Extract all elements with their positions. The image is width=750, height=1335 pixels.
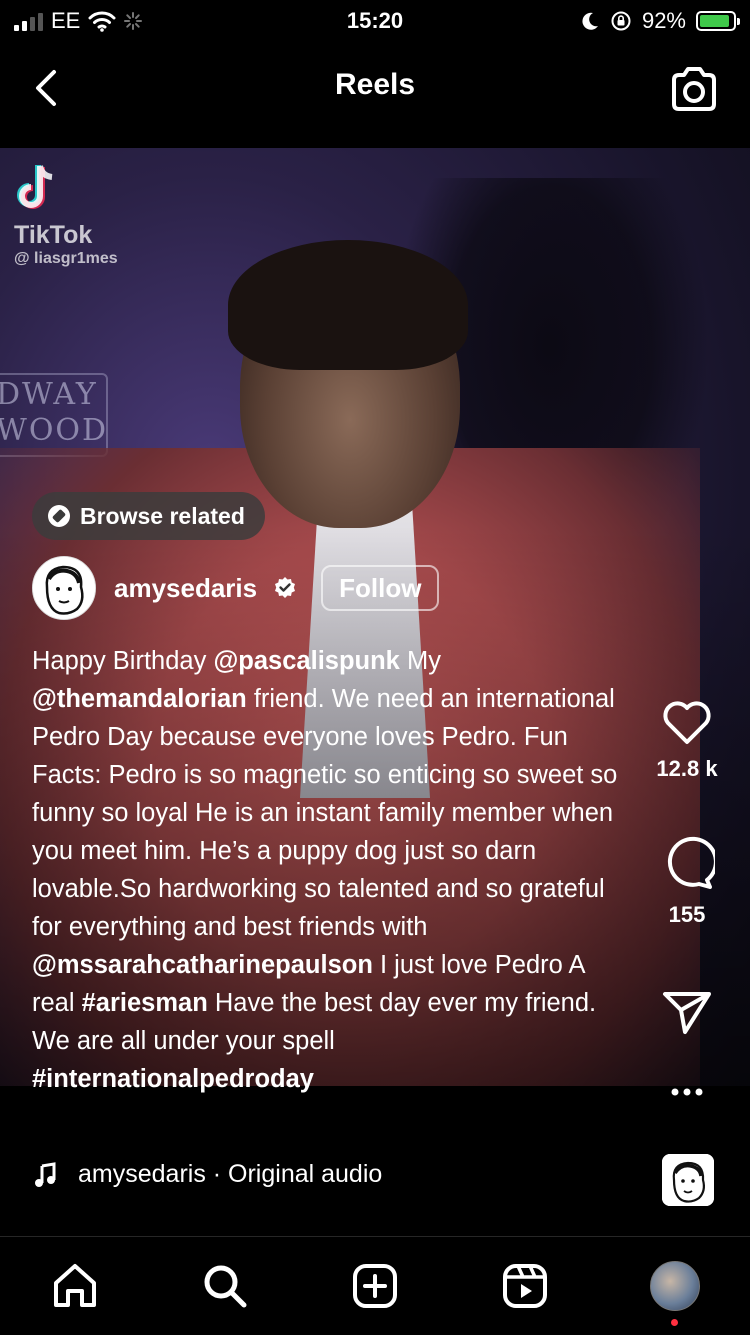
more-options-icon[interactable] xyxy=(667,1080,707,1104)
follow-button[interactable]: Follow xyxy=(321,565,440,611)
page-title: Reels xyxy=(334,68,416,101)
bottom-navigation xyxy=(0,1236,750,1335)
like-action: 12.8 k xyxy=(650,698,724,782)
caption-mention[interactable]: #ariesman xyxy=(82,989,208,1017)
audio-row[interactable]: amysedaris · Original audio xyxy=(34,1160,382,1189)
reels-header: Reels xyxy=(0,42,750,148)
comment-count[interactable]: 155 xyxy=(650,902,724,928)
camera-icon[interactable] xyxy=(668,64,720,116)
caption-mention[interactable]: @mssarahcatharinepaulson xyxy=(32,951,373,979)
create-post-icon[interactable] xyxy=(350,1261,400,1311)
tiktok-handle: @ liasgr1mes xyxy=(14,250,118,267)
reel-caption[interactable]: Happy Birthday @pascalispunk My @themand… xyxy=(32,642,622,1098)
send-icon[interactable] xyxy=(660,988,714,1036)
caption-mention[interactable]: #internationalpedroday xyxy=(32,1065,314,1093)
browse-related-label: Browse related xyxy=(80,502,245,529)
verified-badge-icon xyxy=(275,577,296,598)
heart-icon[interactable] xyxy=(660,698,714,746)
caption-text: friend. We need an international Pedro D… xyxy=(32,685,618,941)
search-icon[interactable] xyxy=(200,1261,250,1311)
audio-label: amysedaris · Original audio xyxy=(78,1160,383,1188)
profile-avatar[interactable] xyxy=(650,1261,700,1311)
caption-mention[interactable]: @themandalorian xyxy=(32,685,247,713)
caption-text: My xyxy=(399,647,441,675)
compass-icon xyxy=(48,505,70,527)
home-icon[interactable] xyxy=(50,1261,100,1311)
more-action xyxy=(650,1080,724,1104)
sign-text-line1: DWAY xyxy=(0,377,98,412)
author-avatar[interactable] xyxy=(32,556,96,620)
tiktok-brand: TikTok xyxy=(14,221,93,249)
music-note-icon xyxy=(35,1161,56,1187)
battery-level-fill xyxy=(700,15,730,27)
status-bar: EE 15:20 92% xyxy=(0,0,750,42)
browse-related-button[interactable]: Browse related xyxy=(32,492,265,540)
portrait-sketch-icon xyxy=(662,1154,714,1206)
caption-mention[interactable]: @pascalispunk xyxy=(213,647,399,675)
author-row: amysedaris Follow xyxy=(32,556,440,620)
moon-icon xyxy=(582,12,598,30)
status-bar-right: 92% xyxy=(580,8,740,34)
background-sign: DWAY WOOD xyxy=(0,373,108,457)
sign-text-line2: WOOD xyxy=(0,413,109,448)
portrait-sketch-icon xyxy=(33,557,95,619)
orientation-lock-icon xyxy=(611,11,631,31)
author-username[interactable]: amysedaris xyxy=(114,573,257,604)
battery-icon xyxy=(696,11,740,31)
notification-dot xyxy=(671,1319,678,1326)
comment-bubble-icon[interactable] xyxy=(659,836,715,892)
caption-text: Happy Birthday xyxy=(32,647,214,675)
reels-icon[interactable] xyxy=(500,1261,550,1311)
battery-percent: 92% xyxy=(641,8,686,33)
like-count[interactable]: 12.8 k xyxy=(650,756,724,782)
audio-thumbnail[interactable] xyxy=(662,1154,714,1206)
tiktok-watermark: TikTok @ liasgr1mes xyxy=(14,162,118,268)
share-action xyxy=(650,988,724,1036)
comment-action: 155 xyxy=(650,836,724,928)
tiktok-logo-icon xyxy=(17,165,53,209)
